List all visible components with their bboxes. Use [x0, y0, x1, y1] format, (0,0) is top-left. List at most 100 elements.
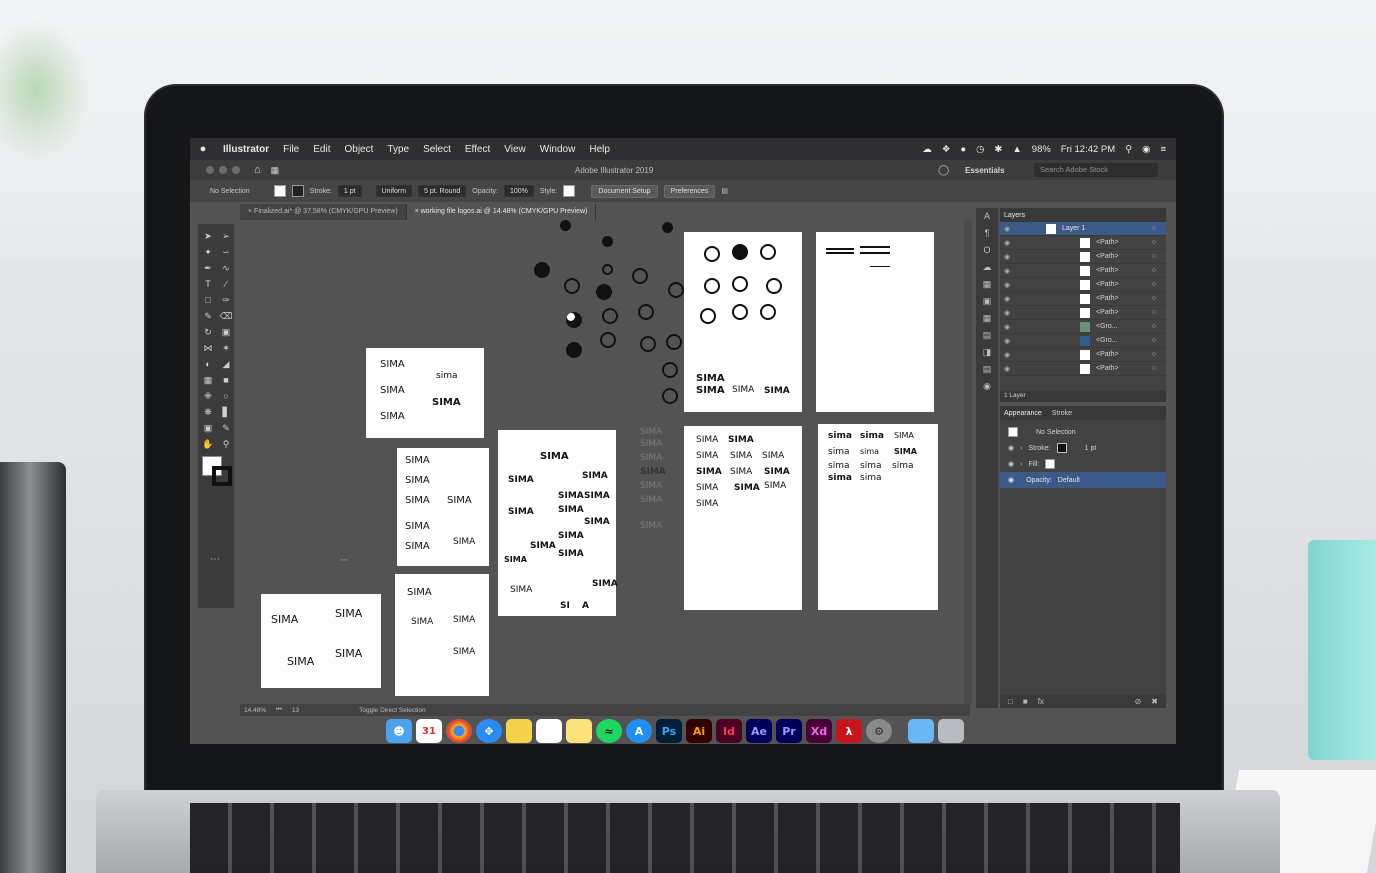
lasso-icon[interactable]: ∽ [218, 246, 234, 259]
logo-mark[interactable] [760, 244, 776, 260]
sublayer-row[interactable]: ◉ <Path> ○ [1000, 348, 1166, 362]
artboard[interactable] [816, 232, 934, 412]
expand-chevron-icon[interactable]: › [1020, 445, 1022, 452]
artboard[interactable]: SIMA SIMA SIMA SIMA SIMA SIMA SIMA SIMA … [498, 430, 618, 616]
eraser-icon[interactable]: ⌫ [218, 310, 234, 323]
sublayer-row[interactable]: ◉ <Path> ○ [1000, 236, 1166, 250]
transform-icon[interactable]: ▦ [976, 276, 998, 293]
visibility-eye-icon[interactable]: ◉ [1000, 239, 1014, 247]
tab-working-file[interactable]: × working file logos.ai @ 14.48% (CMYK/G… [406, 204, 597, 220]
graphic-style-swatch[interactable] [563, 185, 576, 197]
menu-illustrator[interactable]: Illustrator [216, 144, 276, 155]
sublayer-row[interactable]: ◉ <Path> ○ [1000, 292, 1166, 306]
stock-search-input[interactable]: Search Adobe Stock [1034, 163, 1158, 177]
grid-icon[interactable]: ▦ [976, 310, 998, 327]
trash-icon[interactable]: ✖ [1151, 697, 1158, 706]
zoom-tool-icon[interactable]: ⚲ [218, 438, 234, 451]
target-icon[interactable]: ○ [1152, 225, 1156, 232]
app-store-icon[interactable]: A [626, 719, 652, 743]
opacity-label[interactable]: Opacity: [1026, 477, 1052, 484]
character-icon[interactable]: A [976, 208, 998, 225]
column-graph-icon[interactable]: ▋ [218, 406, 234, 419]
stroke-swatch[interactable] [291, 185, 304, 197]
mesh-tool-icon[interactable]: ▦ [200, 374, 216, 387]
target-icon[interactable]: ○ [1152, 323, 1156, 330]
fill-swatch[interactable] [273, 185, 286, 197]
logo-mark[interactable] [638, 304, 654, 320]
add-stroke-icon[interactable]: □ [1008, 697, 1013, 706]
logo-mark[interactable] [704, 278, 720, 294]
fill-row[interactable]: ◉ › Fill: [1000, 456, 1166, 472]
finder-icon[interactable]: ☻ [386, 719, 412, 743]
sublayer-row[interactable]: ◉ <Path> ○ [1000, 278, 1166, 292]
apple-icon[interactable]: ● [190, 143, 216, 155]
calendar-icon[interactable]: 31 [416, 719, 442, 743]
blend-tool-icon[interactable]: ○ [218, 390, 234, 403]
downloads-folder-icon[interactable] [908, 719, 934, 743]
menu-view[interactable]: View [497, 144, 533, 155]
tab-stroke[interactable]: Stroke [1052, 410, 1072, 417]
menu-edit[interactable]: Edit [306, 144, 337, 155]
creative-cloud-icon[interactable]: ☁ [922, 144, 932, 155]
add-fill-icon[interactable]: ■ [1023, 697, 1028, 706]
xd-icon[interactable]: Xd [806, 719, 832, 743]
magic-wand-icon[interactable]: ✦ [200, 246, 216, 259]
clock[interactable]: Fri 12:42 PM [1061, 144, 1115, 155]
visibility-eye-icon[interactable]: ◉ [1000, 281, 1014, 289]
preferences-button[interactable]: Preferences [663, 184, 716, 198]
artboard-number[interactable]: 13 [292, 707, 299, 714]
sublayer-row[interactable]: ◉ <Path> ○ [1000, 306, 1166, 320]
logo-mark[interactable] [700, 308, 716, 324]
fill-stroke-widget[interactable] [202, 456, 232, 486]
visibility-eye-icon[interactable]: ◉ [1000, 253, 1014, 261]
visibility-eye-icon[interactable]: ◉ [1000, 365, 1014, 373]
target-icon[interactable]: ○ [1152, 267, 1156, 274]
logo-mark[interactable] [596, 284, 612, 300]
sublayer-row[interactable]: ◉ <Path> ○ [1000, 250, 1166, 264]
logo-mark[interactable] [600, 332, 616, 348]
layer-name[interactable]: Layer 1 [1062, 225, 1085, 232]
logo-mark[interactable] [602, 236, 613, 247]
minimize-window-button[interactable] [219, 166, 227, 174]
battery-label[interactable]: 98% [1032, 144, 1051, 155]
wifi-icon[interactable]: ▲ [1012, 144, 1021, 155]
artboard-tool-icon[interactable]: ▣ [200, 422, 216, 435]
tab-finalized[interactable]: × Finalized.ai* @ 37.58% (CMYK/GPU Previ… [240, 204, 407, 220]
target-icon[interactable]: ○ [1152, 253, 1156, 260]
vertical-scrollbar[interactable] [964, 220, 972, 704]
fx-icon[interactable]: fx [1038, 697, 1044, 706]
visibility-eye-icon[interactable]: ◉ [1000, 295, 1014, 303]
stroke-row[interactable]: ◉ › Stroke: 1 pt [1000, 440, 1166, 456]
target-icon[interactable]: ○ [1152, 351, 1156, 358]
logo-mark[interactable] [662, 222, 673, 233]
logo-mark[interactable] [534, 262, 550, 278]
logo-mark[interactable] [560, 220, 571, 231]
visibility-eye-icon[interactable]: ◉ [1000, 337, 1014, 345]
visibility-eye-icon[interactable]: ◉ [1008, 476, 1014, 484]
logo-mark[interactable] [566, 312, 582, 328]
logo-mark[interactable] [564, 278, 580, 294]
opacity-field[interactable]: 100% [503, 185, 534, 197]
menu-file[interactable]: File [276, 144, 306, 155]
paragraph-icon[interactable]: ¶ [976, 225, 998, 242]
eyedropper-icon[interactable]: ✙ [200, 390, 216, 403]
zoom-level[interactable]: 14.48% [244, 707, 266, 714]
logo-mark[interactable] [662, 362, 678, 378]
expand-chevron-icon[interactable]: › [1020, 461, 1022, 468]
logo-mark[interactable] [640, 336, 656, 352]
opacity-row[interactable]: ◉ Opacity: Default [1000, 472, 1166, 488]
bluetooth-icon[interactable]: ✱ [994, 144, 1002, 155]
visibility-eye-icon[interactable]: ◉ [1000, 351, 1014, 359]
close-window-button[interactable] [206, 166, 214, 174]
variable-width-profile[interactable]: Uniform [375, 185, 413, 197]
stroke-weight[interactable]: 1 pt [1085, 445, 1097, 452]
logo-mark[interactable] [602, 264, 613, 275]
visibility-eye-icon[interactable]: ◉ [1000, 225, 1014, 233]
line-tool-icon[interactable]: ∕ [218, 278, 234, 291]
menu-help[interactable]: Help [582, 144, 617, 155]
rotate-tool-icon[interactable]: ↻ [200, 326, 216, 339]
artboard[interactable]: SIMA SIMA SIMA SIMA SIMA SIMA SIMA [397, 448, 489, 566]
stroke-swatch[interactable] [1056, 443, 1067, 453]
curvature-tool-icon[interactable]: ∿ [218, 262, 234, 275]
slice-tool-icon[interactable]: ✎ [218, 422, 234, 435]
